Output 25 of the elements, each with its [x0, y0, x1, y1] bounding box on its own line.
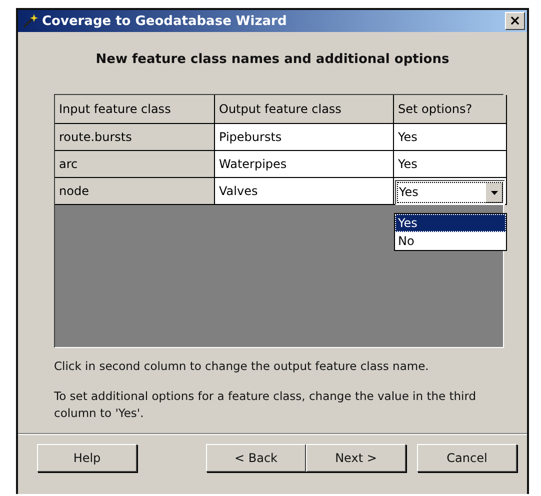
back-button[interactable]: < Back [206, 444, 306, 472]
window-title: Coverage to Geodatabase Wizard [42, 14, 288, 28]
close-button[interactable]: × [505, 12, 525, 30]
table-cell[interactable]: Yes [394, 151, 507, 178]
table-cell: node [55, 178, 215, 205]
instruction-text: Click in second column to change the output feature class name. [54, 358, 430, 375]
column-header: Input feature class [55, 95, 215, 124]
table-cell[interactable]: Waterpipes [215, 151, 394, 178]
dropdown-option[interactable]: No [395, 232, 506, 250]
table-cell: route.bursts [55, 124, 215, 151]
table-cell[interactable]: Pipebursts [215, 124, 394, 151]
column-header: Set options? [394, 95, 507, 124]
instruction-text: To set additional options for a feature class, change the value in the third column to 'Yes'. [54, 388, 478, 422]
page-heading: New feature class names and additional options [94, 52, 450, 67]
help-button[interactable]: Help [37, 444, 137, 472]
dropdown-option[interactable]: Yes [395, 214, 506, 232]
wand-icon [22, 13, 38, 29]
table-cell: arc [55, 151, 215, 178]
dropdown-field[interactable]: Yes [395, 180, 505, 205]
dropdown-arrow-icon [490, 190, 498, 194]
table-cell[interactable]: Valves [215, 178, 394, 205]
cancel-button[interactable]: Cancel [417, 444, 517, 472]
table-cell[interactable]: Yes [394, 124, 507, 151]
column-header: Output feature class [215, 95, 394, 124]
next-button[interactable]: Next > [306, 444, 406, 472]
